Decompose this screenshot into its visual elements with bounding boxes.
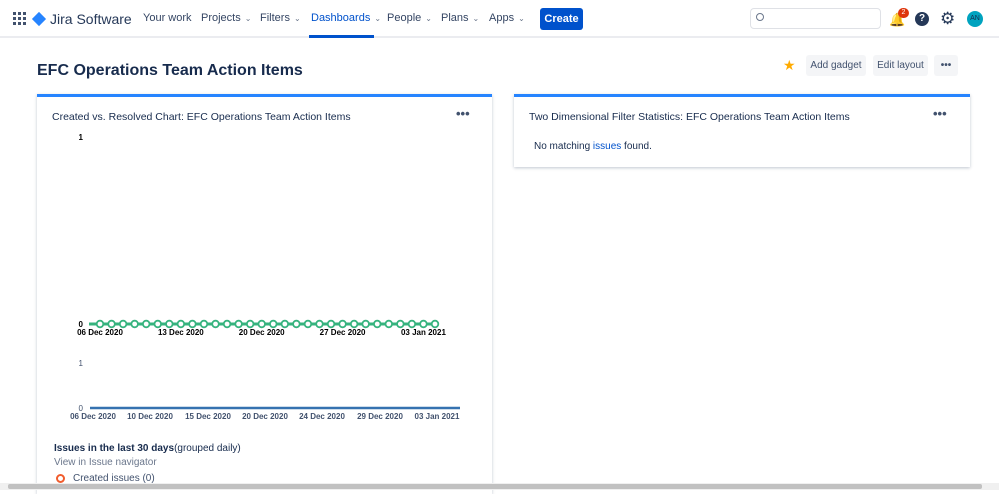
data-point	[257, 319, 266, 329]
gadget-menu-button[interactable]: •••	[933, 106, 947, 121]
x-tick-label: 24 Dec 2020	[299, 412, 345, 421]
x-tick-label: 20 Dec 2020	[242, 412, 288, 421]
x-tick-label: 06 Dec 2020	[77, 328, 123, 337]
data-point	[315, 319, 324, 329]
data-point	[396, 319, 405, 329]
data-point	[234, 319, 243, 329]
x-tick-label: 03 Jan 2021	[401, 328, 446, 337]
data-point	[280, 319, 290, 329]
data-point	[419, 319, 428, 329]
x-tick-label: 10 Dec 2020	[127, 412, 173, 421]
gadget-title: Two Dimensional Filter Statistics: EFC O…	[529, 111, 850, 123]
data-point	[188, 319, 197, 329]
data-point	[269, 319, 278, 329]
data-point	[292, 319, 301, 329]
data-point	[130, 319, 139, 329]
data-point	[199, 319, 209, 329]
data-point	[95, 319, 105, 329]
view-in-issue-navigator-link[interactable]: View in Issue navigator	[54, 457, 157, 468]
x-tick-label: 29 Dec 2020	[357, 412, 403, 421]
x-tick-label: 13 Dec 2020	[158, 328, 204, 337]
data-point	[384, 319, 393, 329]
data-point	[303, 319, 313, 329]
x-tick-label: 03 Jan 2021	[415, 412, 460, 421]
data-point	[107, 319, 116, 329]
scrollbar-thumb[interactable]	[8, 484, 982, 489]
data-point	[153, 319, 162, 329]
x-tick-label: 06 Dec 2020	[70, 412, 116, 421]
two-dimensional-filter-gadget: Two Dimensional Filter Statistics: EFC O…	[514, 94, 970, 167]
x-tick-label: 27 Dec 2020	[320, 328, 366, 337]
data-point	[118, 319, 128, 329]
x-tick-label: 15 Dec 2020	[185, 412, 231, 421]
data-point	[338, 319, 347, 329]
data-point	[349, 319, 359, 329]
data-point	[245, 319, 255, 329]
y-tick-label: 1	[79, 359, 84, 368]
data-point	[176, 319, 186, 329]
data-point	[430, 319, 440, 329]
horizontal-scrollbar[interactable]	[0, 483, 999, 490]
issues-link[interactable]: issues	[593, 141, 621, 152]
created-legend-marker-icon	[56, 474, 65, 483]
data-point	[361, 319, 370, 329]
data-point	[165, 319, 174, 329]
data-point	[222, 319, 232, 329]
data-point	[142, 319, 151, 329]
y-tick-label: 1	[79, 133, 84, 142]
x-tick-label: 20 Dec 2020	[239, 328, 285, 337]
data-point	[373, 319, 382, 329]
data-point	[326, 319, 336, 329]
charts-svg: 0106 Dec 2020 13 Dec 2020 20 Dec 2020 27 De…	[70, 133, 460, 421]
no-results-message: No matching issues found.	[534, 141, 652, 152]
chart-summary: Issues in the last 30 days(grouped daily…	[54, 443, 241, 454]
data-point	[211, 319, 220, 329]
data-point	[407, 319, 417, 329]
